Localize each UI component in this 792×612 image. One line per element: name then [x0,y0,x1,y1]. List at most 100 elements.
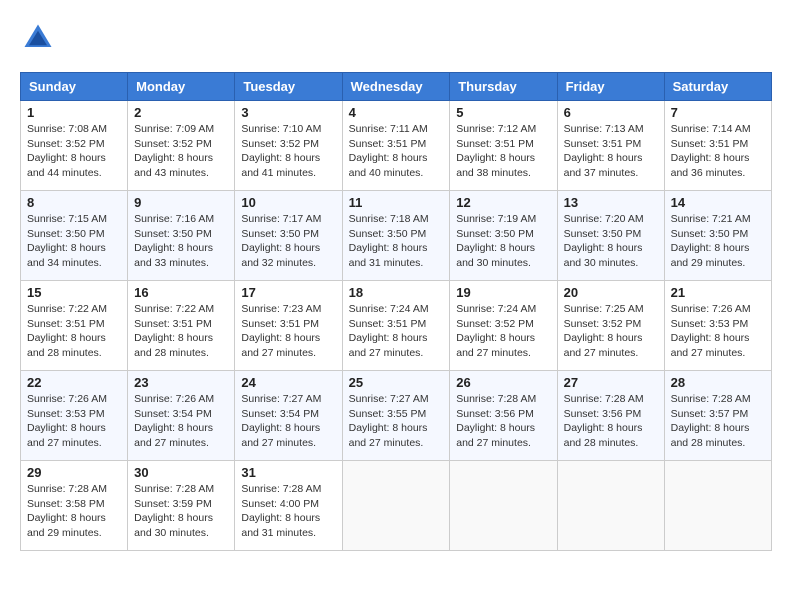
day-number: 6 [564,105,658,120]
weekday-header-wednesday: Wednesday [342,73,450,101]
calendar-cell: 11 Sunrise: 7:18 AM Sunset: 3:50 PM Dayl… [342,191,450,281]
day-number: 22 [27,375,121,390]
weekday-header-friday: Friday [557,73,664,101]
sunrise-label: Sunrise: 7:22 AM [27,303,107,315]
day-number: 18 [349,285,444,300]
day-number: 13 [564,195,658,210]
sunset-label: Sunset: 3:54 PM [134,408,212,420]
day-info: Sunrise: 7:24 AM Sunset: 3:52 PM Dayligh… [456,302,550,361]
day-number: 5 [456,105,550,120]
logo-icon [20,20,56,56]
sunrise-label: Sunrise: 7:11 AM [349,123,428,135]
daylight-label: Daylight: 8 hours and 28 minutes. [671,422,750,449]
daylight-label: Daylight: 8 hours and 32 minutes. [241,242,320,269]
day-number: 12 [456,195,550,210]
calendar-cell [450,461,557,551]
calendar-cell: 31 Sunrise: 7:28 AM Sunset: 4:00 PM Dayl… [235,461,342,551]
day-info: Sunrise: 7:10 AM Sunset: 3:52 PM Dayligh… [241,122,335,181]
daylight-label: Daylight: 8 hours and 33 minutes. [134,242,213,269]
weekday-header-monday: Monday [128,73,235,101]
sunrise-label: Sunrise: 7:23 AM [241,303,321,315]
calendar-cell: 9 Sunrise: 7:16 AM Sunset: 3:50 PM Dayli… [128,191,235,281]
calendar-cell: 27 Sunrise: 7:28 AM Sunset: 3:56 PM Dayl… [557,371,664,461]
calendar-cell: 7 Sunrise: 7:14 AM Sunset: 3:51 PM Dayli… [664,101,771,191]
sunrise-label: Sunrise: 7:24 AM [349,303,429,315]
sunset-label: Sunset: 3:56 PM [564,408,642,420]
sunset-label: Sunset: 3:58 PM [27,498,105,510]
daylight-label: Daylight: 8 hours and 31 minutes. [349,242,428,269]
calendar-cell: 10 Sunrise: 7:17 AM Sunset: 3:50 PM Dayl… [235,191,342,281]
day-info: Sunrise: 7:26 AM Sunset: 3:54 PM Dayligh… [134,392,228,451]
calendar-cell: 15 Sunrise: 7:22 AM Sunset: 3:51 PM Dayl… [21,281,128,371]
day-number: 8 [27,195,121,210]
day-number: 15 [27,285,121,300]
sunset-label: Sunset: 3:56 PM [456,408,534,420]
weekday-header-saturday: Saturday [664,73,771,101]
calendar-cell: 3 Sunrise: 7:10 AM Sunset: 3:52 PM Dayli… [235,101,342,191]
sunrise-label: Sunrise: 7:20 AM [564,213,644,225]
sunrise-label: Sunrise: 7:16 AM [134,213,214,225]
day-info: Sunrise: 7:25 AM Sunset: 3:52 PM Dayligh… [564,302,658,361]
day-number: 21 [671,285,765,300]
day-info: Sunrise: 7:23 AM Sunset: 3:51 PM Dayligh… [241,302,335,361]
sunrise-label: Sunrise: 7:26 AM [671,303,751,315]
calendar-cell: 16 Sunrise: 7:22 AM Sunset: 3:51 PM Dayl… [128,281,235,371]
logo [20,20,62,56]
day-info: Sunrise: 7:15 AM Sunset: 3:50 PM Dayligh… [27,212,121,271]
calendar-cell: 19 Sunrise: 7:24 AM Sunset: 3:52 PM Dayl… [450,281,557,371]
sunrise-label: Sunrise: 7:08 AM [27,123,107,135]
daylight-label: Daylight: 8 hours and 30 minutes. [564,242,643,269]
sunrise-label: Sunrise: 7:28 AM [671,393,751,405]
day-number: 14 [671,195,765,210]
calendar-cell: 5 Sunrise: 7:12 AM Sunset: 3:51 PM Dayli… [450,101,557,191]
calendar-cell: 6 Sunrise: 7:13 AM Sunset: 3:51 PM Dayli… [557,101,664,191]
sunset-label: Sunset: 3:51 PM [349,138,427,150]
sunrise-label: Sunrise: 7:18 AM [349,213,429,225]
sunset-label: Sunset: 3:50 PM [456,228,534,240]
day-info: Sunrise: 7:22 AM Sunset: 3:51 PM Dayligh… [134,302,228,361]
sunrise-label: Sunrise: 7:15 AM [27,213,107,225]
day-number: 30 [134,465,228,480]
sunset-label: Sunset: 3:52 PM [241,138,319,150]
day-info: Sunrise: 7:26 AM Sunset: 3:53 PM Dayligh… [27,392,121,451]
day-info: Sunrise: 7:17 AM Sunset: 3:50 PM Dayligh… [241,212,335,271]
day-number: 2 [134,105,228,120]
daylight-label: Daylight: 8 hours and 29 minutes. [27,512,106,539]
day-info: Sunrise: 7:09 AM Sunset: 3:52 PM Dayligh… [134,122,228,181]
day-info: Sunrise: 7:28 AM Sunset: 3:58 PM Dayligh… [27,482,121,541]
sunrise-label: Sunrise: 7:17 AM [241,213,321,225]
sunrise-label: Sunrise: 7:14 AM [671,123,751,135]
calendar-cell: 23 Sunrise: 7:26 AM Sunset: 3:54 PM Dayl… [128,371,235,461]
daylight-label: Daylight: 8 hours and 27 minutes. [27,422,106,449]
calendar-week-1: 1 Sunrise: 7:08 AM Sunset: 3:52 PM Dayli… [21,101,772,191]
daylight-label: Daylight: 8 hours and 44 minutes. [27,152,106,179]
sunset-label: Sunset: 3:51 PM [241,318,319,330]
sunset-label: Sunset: 3:53 PM [27,408,105,420]
calendar-cell [342,461,450,551]
daylight-label: Daylight: 8 hours and 41 minutes. [241,152,320,179]
daylight-label: Daylight: 8 hours and 27 minutes. [241,332,320,359]
sunset-label: Sunset: 3:50 PM [349,228,427,240]
day-number: 3 [241,105,335,120]
sunrise-label: Sunrise: 7:26 AM [134,393,214,405]
day-info: Sunrise: 7:28 AM Sunset: 3:59 PM Dayligh… [134,482,228,541]
day-info: Sunrise: 7:28 AM Sunset: 4:00 PM Dayligh… [241,482,335,541]
day-number: 26 [456,375,550,390]
daylight-label: Daylight: 8 hours and 34 minutes. [27,242,106,269]
page-header [20,20,772,56]
daylight-label: Daylight: 8 hours and 28 minutes. [134,332,213,359]
daylight-label: Daylight: 8 hours and 27 minutes. [456,422,535,449]
weekday-header-thursday: Thursday [450,73,557,101]
sunset-label: Sunset: 3:51 PM [349,318,427,330]
sunrise-label: Sunrise: 7:19 AM [456,213,536,225]
sunset-label: Sunset: 3:51 PM [671,138,749,150]
sunset-label: Sunset: 3:51 PM [564,138,642,150]
calendar-cell: 13 Sunrise: 7:20 AM Sunset: 3:50 PM Dayl… [557,191,664,281]
sunset-label: Sunset: 3:53 PM [671,318,749,330]
sunset-label: Sunset: 3:52 PM [564,318,642,330]
sunset-label: Sunset: 3:59 PM [134,498,212,510]
day-info: Sunrise: 7:18 AM Sunset: 3:50 PM Dayligh… [349,212,444,271]
day-number: 4 [349,105,444,120]
day-info: Sunrise: 7:20 AM Sunset: 3:50 PM Dayligh… [564,212,658,271]
calendar-cell: 8 Sunrise: 7:15 AM Sunset: 3:50 PM Dayli… [21,191,128,281]
